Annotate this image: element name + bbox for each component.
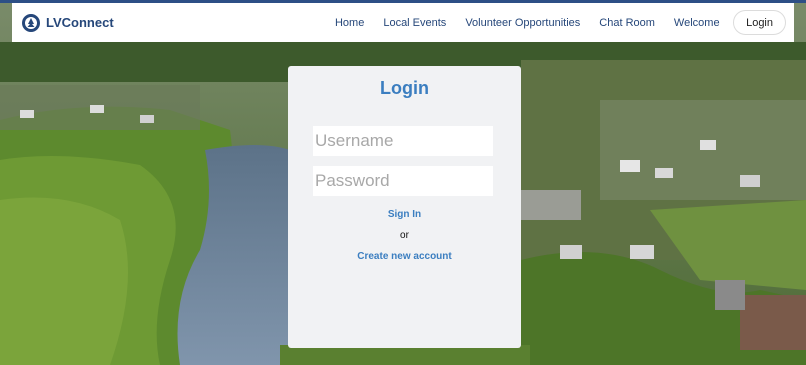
sign-in-button[interactable]: Sign In — [288, 209, 521, 220]
nav-link-welcome[interactable]: Welcome — [664, 17, 729, 29]
nav-link-local-events[interactable]: Local Events — [374, 17, 456, 29]
password-input[interactable] — [313, 166, 493, 196]
nav-links: Home Local Events Volunteer Opportunitie… — [325, 10, 786, 35]
nav-link-volunteer-opportunities[interactable]: Volunteer Opportunities — [456, 17, 590, 29]
brand-name: LVConnect — [46, 15, 114, 30]
create-account-link[interactable]: Create new account — [288, 251, 521, 262]
username-input[interactable] — [313, 126, 493, 156]
login-title: Login — [380, 78, 429, 98]
nav-login-button[interactable]: Login — [733, 10, 786, 35]
login-card: Login Sign In or Create new account — [288, 66, 521, 348]
or-separator: or — [400, 230, 409, 241]
brand[interactable]: LVConnect — [22, 13, 114, 32]
nav-link-chat-room[interactable]: Chat Room — [590, 17, 665, 29]
navbar: LVConnect Home Local Events Volunteer Op… — [12, 3, 794, 42]
tree-logo-icon — [22, 13, 40, 32]
nav-link-home[interactable]: Home — [325, 17, 373, 29]
